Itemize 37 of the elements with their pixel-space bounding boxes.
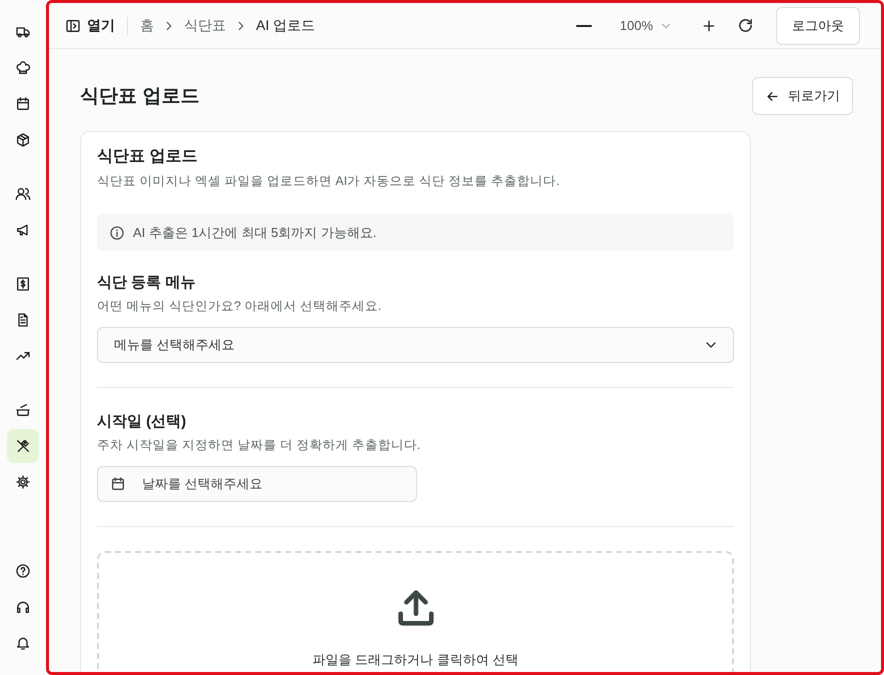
dollar-icon <box>15 276 31 292</box>
breadcrumb-link[interactable]: AI 업로드 <box>256 16 316 34</box>
sidebar-item[interactable] <box>7 429 39 463</box>
minus-icon <box>576 24 592 28</box>
sidebar-toggle-button[interactable]: 열기 <box>65 16 115 34</box>
date-picker-field[interactable]: 날짜를 선택해주세요 <box>97 466 417 502</box>
utensils-icon <box>15 438 31 454</box>
file-dropzone[interactable]: 파일을 드래그하거나 클릭하여 선택 <box>97 551 734 672</box>
chef-hat-icon <box>15 60 31 76</box>
calendar-icon <box>15 96 31 112</box>
sidebar-panel-icon <box>65 18 81 34</box>
notice-text: AI 추출은 1시간에 최대 5회까지 가능해요. <box>133 224 376 242</box>
pot-icon <box>15 402 31 418</box>
bell-icon <box>15 635 31 651</box>
card-description: 식단표 이미지나 엑셀 파일을 업로드하면 AI가 자동으로 식단 정보를 추출합니다. <box>97 173 561 190</box>
gear-icon <box>15 474 31 490</box>
zoom-select[interactable]: 100% <box>614 17 679 34</box>
section-description: 주차 시작일을 지정하면 날짜를 더 정확하게 추출합니다. <box>97 437 422 454</box>
help-icon <box>15 563 31 579</box>
dropzone-text: 파일을 드래그하거나 클릭하여 선택 <box>312 651 518 669</box>
info-icon <box>109 224 125 240</box>
refresh-icon <box>737 17 754 34</box>
plus-icon <box>701 18 717 34</box>
headphones-icon <box>15 599 31 615</box>
section-description: 어떤 메뉴의 식단인가요? 아래에서 선택해주세요. <box>97 298 382 315</box>
card-title: 식단표 업로드 <box>97 147 198 167</box>
section-title: 시작일 (선택) <box>97 412 188 431</box>
breadcrumb-link[interactable]: 홈 <box>140 16 154 34</box>
section-title: 식단 등록 메뉴 <box>97 273 196 292</box>
calendar-icon <box>110 476 126 492</box>
users-icon <box>15 186 31 202</box>
box-icon <box>15 132 31 148</box>
back-button[interactable]: 뒤로가기 <box>752 77 853 115</box>
page-title: 식단표 업로드 <box>80 85 200 109</box>
breadcrumb-link[interactable]: 식단표 <box>184 16 226 34</box>
logout-button[interactable]: 로그아웃 <box>776 6 860 44</box>
menu-select[interactable]: 메뉴를 선택해주세요 <box>97 327 734 363</box>
